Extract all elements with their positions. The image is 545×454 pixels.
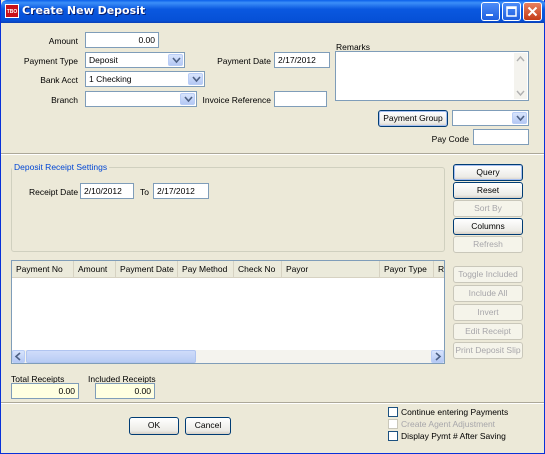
remarks-scrollbar[interactable] — [514, 53, 527, 99]
include-all-button[interactable]: Include All — [453, 285, 523, 302]
remarks-textarea[interactable] — [335, 51, 529, 101]
invoice-reference-label: Invoice Reference — [202, 95, 271, 105]
amount-label: Amount — [48, 36, 78, 46]
print-deposit-slip-button[interactable]: Print Deposit Slip — [453, 342, 523, 359]
receipt-date-to-field[interactable]: 2/17/2012 — [153, 183, 209, 199]
continue-entering-label: Continue entering Payments — [401, 407, 509, 417]
bank-acct-label: Bank Acct — [40, 75, 78, 85]
payment-date-field[interactable]: 2/17/2012 — [274, 52, 330, 68]
column-header[interactable]: Payor Type — [380, 261, 434, 277]
maximize-button[interactable] — [502, 2, 521, 21]
receipt-date-from-field[interactable]: 2/10/2012 — [80, 183, 134, 199]
grid-header: Payment No Amount Payment Date Pay Metho… — [12, 261, 444, 278]
branch-label: Branch — [51, 95, 78, 105]
bank-acct-dropdown-button[interactable] — [188, 73, 203, 85]
branch-select[interactable] — [85, 91, 197, 107]
edit-receipt-button[interactable]: Edit Receipt — [453, 323, 523, 340]
chevron-down-icon — [192, 76, 201, 83]
scroll-thumb[interactable] — [26, 350, 196, 363]
bank-acct-select[interactable]: 1 Checking — [85, 71, 205, 87]
column-header[interactable]: Payor — [282, 261, 380, 277]
section-divider — [1, 153, 544, 155]
window-title: Create New Deposit — [22, 4, 146, 17]
create-deposit-window: TBO Create New Deposit Amount 0.00 Payme… — [0, 0, 545, 454]
pay-code-field[interactable] — [473, 129, 529, 145]
column-header[interactable]: Pay Method — [178, 261, 234, 277]
chevron-down-icon — [172, 57, 181, 64]
sort-by-button[interactable]: Sort By — [453, 200, 523, 217]
invert-button[interactable]: Invert — [453, 304, 523, 321]
deposit-receipt-settings-group — [11, 167, 445, 252]
arrow-left-icon — [14, 352, 21, 361]
payment-type-label: Payment Type — [23, 56, 78, 66]
invoice-reference-field[interactable] — [274, 91, 327, 107]
pay-code-label: Pay Code — [431, 134, 469, 144]
close-icon — [527, 6, 538, 17]
column-header[interactable]: Payment No — [12, 261, 74, 277]
arrow-right-icon — [435, 352, 442, 361]
payment-date-label: Payment Date — [217, 56, 271, 66]
columns-button[interactable]: Columns — [453, 218, 523, 235]
footer-divider — [1, 402, 544, 404]
bank-acct-value: 1 Checking — [89, 74, 132, 84]
query-button[interactable]: Query — [453, 164, 523, 181]
total-receipts-field: 0.00 — [11, 383, 79, 399]
title-bar[interactable]: TBO Create New Deposit — [1, 0, 545, 23]
chevron-down-icon — [516, 115, 525, 122]
included-receipts-field: 0.00 — [95, 383, 155, 399]
display-pymt-label: Display Pymt # After Saving — [401, 431, 506, 441]
receipts-grid[interactable]: Payment No Amount Payment Date Pay Metho… — [11, 260, 445, 364]
ok-button[interactable]: OK — [129, 417, 179, 435]
grid-horizontal-scrollbar[interactable] — [12, 350, 444, 363]
create-agent-adjustment-label: Create Agent Adjustment — [401, 419, 496, 429]
payment-type-dropdown-button[interactable] — [168, 54, 183, 66]
scroll-right-button[interactable] — [431, 350, 444, 363]
receipt-date-to-label: To — [140, 187, 149, 197]
payment-type-select[interactable]: Deposit — [85, 52, 185, 68]
payment-group-button[interactable]: Payment Group — [378, 110, 448, 127]
close-button[interactable] — [523, 2, 542, 21]
column-header[interactable]: Payment Date — [116, 261, 178, 277]
payment-group-select[interactable] — [452, 110, 529, 126]
payment-type-value: Deposit — [89, 55, 118, 65]
scroll-left-button[interactable] — [12, 350, 25, 363]
app-icon: TBO — [5, 4, 19, 18]
scroll-arrows-icon — [516, 55, 525, 97]
minimize-icon — [486, 14, 493, 16]
amount-field[interactable]: 0.00 — [85, 32, 159, 48]
reset-button[interactable]: Reset — [453, 182, 523, 199]
receipt-date-label: Receipt Date — [29, 187, 79, 197]
maximize-icon — [506, 6, 517, 17]
deposit-receipt-settings-title: Deposit Receipt Settings — [12, 162, 110, 172]
create-agent-adjustment-checkbox[interactable] — [388, 419, 398, 429]
cancel-button[interactable]: Cancel — [185, 417, 231, 435]
continue-entering-checkbox[interactable] — [388, 407, 398, 417]
refresh-button[interactable]: Refresh — [453, 236, 523, 253]
display-pymt-checkbox[interactable] — [388, 431, 398, 441]
column-header[interactable]: Check No — [234, 261, 282, 277]
payment-group-dropdown-button[interactable] — [512, 112, 527, 124]
column-header[interactable]: Amount — [74, 261, 116, 277]
toggle-included-button[interactable]: Toggle Included — [453, 266, 523, 283]
column-header[interactable]: Re — [434, 261, 444, 277]
minimize-button[interactable] — [481, 2, 500, 21]
